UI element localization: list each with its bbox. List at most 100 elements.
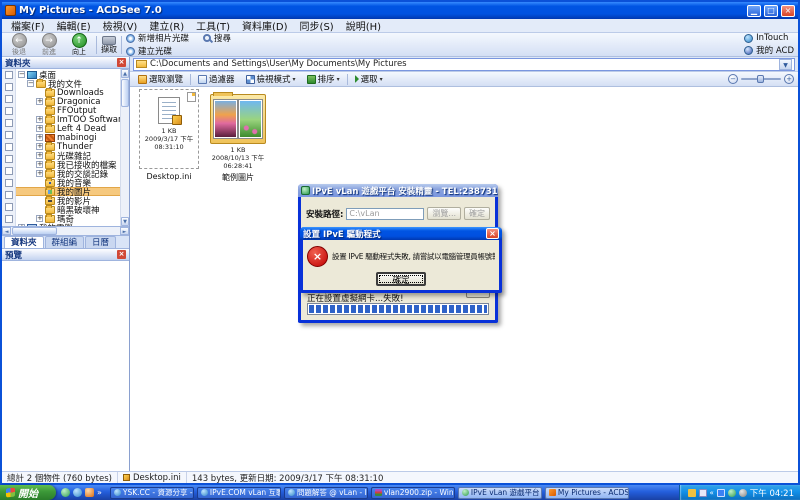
- zoom-slider[interactable]: [741, 75, 781, 83]
- folders-panel-close-icon[interactable]: ×: [117, 58, 126, 67]
- forward-button[interactable]: → 前進: [36, 33, 62, 56]
- menu-file[interactable]: 檔案(F): [6, 18, 50, 33]
- error-close-button[interactable]: ×: [486, 228, 499, 239]
- task-faq-vlan[interactable]: 問題解答 @ vLan - I...: [283, 486, 368, 499]
- task-label: My Pictures - ACDSee...: [557, 488, 629, 497]
- collapse-icon[interactable]: −: [18, 71, 25, 78]
- browse-button[interactable]: 瀏覽...: [427, 207, 462, 220]
- tray-vlan-icon[interactable]: [727, 488, 736, 497]
- easy-select-checkbox[interactable]: [4, 203, 13, 211]
- easy-select-checkbox[interactable]: [4, 95, 13, 103]
- easy-select-checkbox[interactable]: [4, 119, 13, 127]
- capture-button[interactable]: 擷取: [101, 35, 117, 54]
- expand-icon[interactable]: +: [36, 98, 43, 105]
- search-label[interactable]: 搜尋: [214, 32, 231, 44]
- expand-icon[interactable]: +: [36, 125, 43, 132]
- file-tile-desktop-ini[interactable]: 1 KB 2009/3/17 下午 08:31:10 Desktop.ini: [139, 89, 199, 181]
- menu-tools[interactable]: 工具(T): [191, 18, 235, 33]
- task-buttons: YSK.CC - 資源分享 -... IPvE.COM vLan 互聯... 問…: [107, 486, 679, 499]
- scroll-up-icon[interactable]: ▲: [121, 69, 129, 78]
- collapse-icon[interactable]: −: [27, 80, 34, 87]
- easy-select-checkbox[interactable]: [4, 83, 13, 91]
- expand-icon[interactable]: +: [36, 152, 43, 159]
- minimize-button[interactable]: ▁: [747, 4, 761, 17]
- easy-select-checkbox[interactable]: [4, 107, 13, 115]
- expand-icon[interactable]: +: [36, 116, 43, 123]
- expand-icon[interactable]: +: [36, 143, 43, 150]
- easy-select-checkbox[interactable]: [4, 143, 13, 151]
- easy-select-checkbox[interactable]: [4, 179, 13, 187]
- sort-button[interactable]: 排序 ▾: [303, 71, 344, 87]
- menu-database[interactable]: 資料庫(D): [237, 18, 293, 33]
- task-label: YSK.CC - 資源分享 -...: [122, 488, 194, 497]
- capture-label: 擷取: [101, 44, 117, 54]
- expand-icon[interactable]: +: [18, 224, 25, 226]
- filter-button[interactable]: 過濾器: [194, 71, 239, 87]
- tray-status-icon[interactable]: [738, 488, 747, 497]
- address-input[interactable]: [150, 59, 776, 69]
- my-acd-link[interactable]: 我的 ACD: [744, 44, 794, 56]
- restore-button[interactable]: □: [764, 4, 778, 17]
- easy-select-checkbox[interactable]: [4, 215, 13, 223]
- select-browse-button[interactable]: 選取瀏覽: [134, 71, 187, 87]
- tray-messenger-icon[interactable]: [698, 488, 707, 497]
- expand-icon[interactable]: +: [36, 170, 43, 177]
- easy-select-checkbox[interactable]: [4, 131, 13, 139]
- address-dropdown-icon[interactable]: ▼: [779, 58, 792, 70]
- scroll-down-icon[interactable]: ▼: [121, 217, 129, 226]
- task-winrar[interactable]: vlan2900.zip - WinRAR: [370, 486, 455, 499]
- zoom-out-icon[interactable]: −: [728, 74, 738, 84]
- task-ipve-com[interactable]: IPvE.COM vLan 互聯...: [196, 486, 281, 499]
- new-photo-disc-button[interactable]: 新增相片光碟 搜尋: [126, 32, 231, 44]
- intouch-link[interactable]: InTouch: [744, 33, 794, 43]
- easy-select-checkbox[interactable]: [4, 155, 13, 163]
- quick-launch-ie-icon[interactable]: [73, 488, 82, 497]
- installer-ok-button[interactable]: 確定: [464, 207, 491, 220]
- task-ysk-cc[interactable]: YSK.CC - 資源分享 -...: [109, 486, 194, 499]
- view-mode-button[interactable]: 檢視模式 ▾: [242, 71, 300, 87]
- back-button[interactable]: ← 後退: [6, 33, 32, 56]
- select-browse-icon: [138, 74, 147, 84]
- scrollbar-thumb[interactable]: [12, 227, 57, 235]
- quick-launch-vlan-icon[interactable]: [61, 488, 70, 497]
- create-disc-button[interactable]: 建立光碟: [126, 45, 231, 57]
- intouch-label: InTouch: [756, 33, 789, 43]
- expand-icon[interactable]: +: [36, 161, 43, 168]
- preview-panel-close-icon[interactable]: ×: [117, 250, 126, 259]
- zoom-in-icon[interactable]: +: [784, 74, 794, 84]
- easy-select-checkbox[interactable]: [4, 191, 13, 199]
- up-button[interactable]: ↑ 向上: [66, 33, 92, 56]
- file-tile-sample-pictures[interactable]: 1 KB 2008/10/13 下午 06:28:41 範例圖片: [204, 89, 272, 183]
- task-acdsee[interactable]: My Pictures - ACDSee...: [544, 486, 629, 499]
- task-ipve-vlan-platform[interactable]: IPvE vLan 遊戲平台 ...: [457, 486, 542, 499]
- scroll-right-icon[interactable]: ►: [120, 227, 129, 235]
- easy-select-checkbox[interactable]: [4, 71, 13, 79]
- expand-icon[interactable]: +: [36, 134, 43, 141]
- tab-calendar[interactable]: 日曆: [85, 236, 117, 248]
- tab-groups[interactable]: 群組編: [44, 236, 85, 248]
- scrollbar-thumb[interactable]: [121, 79, 129, 107]
- install-path-input[interactable]: [346, 207, 425, 220]
- tree-vertical-scrollbar[interactable]: ▲ ▼: [120, 69, 129, 226]
- select-button[interactable]: 選取 ▾: [351, 71, 387, 87]
- tree-item-my-computer[interactable]: + 我的電腦: [16, 223, 120, 226]
- start-button[interactable]: 開始: [0, 485, 56, 500]
- tray-volume-icon[interactable]: [687, 488, 696, 497]
- close-button[interactable]: ×: [781, 4, 795, 17]
- error-ok-button[interactable]: 確定: [376, 272, 426, 286]
- zoom-slider-thumb[interactable]: [757, 75, 764, 83]
- tab-folders[interactable]: 資料夾: [4, 236, 44, 248]
- address-field[interactable]: ▼: [133, 57, 795, 71]
- tray-network-icon[interactable]: [716, 488, 725, 497]
- tree-horizontal-scrollbar[interactable]: ◄ ►: [2, 227, 129, 236]
- easy-select-checkbox[interactable]: [4, 167, 13, 175]
- menu-create[interactable]: 建立(R): [144, 18, 189, 33]
- quick-launch-overflow-icon[interactable]: »: [97, 488, 102, 497]
- scroll-left-icon[interactable]: ◄: [2, 227, 11, 235]
- menu-sync[interactable]: 同步(S): [295, 18, 339, 33]
- menu-view[interactable]: 檢視(V): [98, 18, 143, 33]
- menu-edit[interactable]: 編輯(E): [52, 18, 96, 33]
- quick-launch-acdsee-icon[interactable]: [85, 488, 94, 497]
- menu-help[interactable]: 說明(H): [341, 18, 386, 33]
- tray-collapse-icon[interactable]: «: [710, 489, 714, 497]
